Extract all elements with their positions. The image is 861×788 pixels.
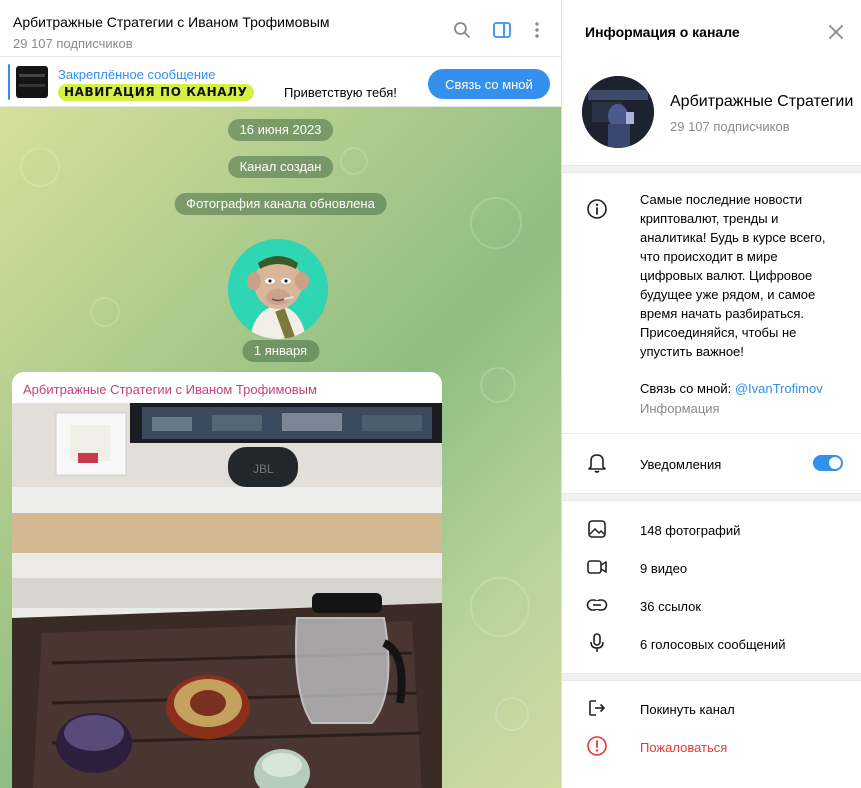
report-button[interactable]: Пожаловаться [640, 740, 727, 755]
media-videos[interactable]: 9 видео [640, 561, 687, 576]
channel-photo[interactable] [228, 239, 328, 339]
pinned-message-bar[interactable]: Закреплённое сообщение НАВИГАЦИЯ ПО КАНА… [0, 57, 561, 107]
section-separator [562, 165, 861, 173]
post-author[interactable]: Арбитражные Стратегии с Иваном Трофимовы… [23, 382, 317, 397]
chat-title[interactable]: Арбитражные Стратегии с Иваном Трофимовы… [13, 14, 330, 30]
close-icon[interactable] [826, 22, 846, 42]
notifications-label: Уведомления [640, 457, 722, 472]
media-photos[interactable]: 148 фотографий [640, 523, 740, 538]
media-voice[interactable]: 6 голосовых сообщений [640, 637, 785, 652]
svg-text:JBL: JBL [253, 462, 274, 476]
pinned-indicator [8, 64, 10, 100]
info-panel-title: Информация о канале [585, 24, 740, 40]
channel-contact: Связь со мной: @IvanTrofimov [640, 381, 823, 396]
channel-name: Арбитражные Стратегии с Иваном Трофимовы… [670, 93, 855, 110]
link-icon [586, 594, 608, 616]
channel-avatar[interactable] [582, 76, 654, 148]
pinned-title: Закреплённое сообщение [58, 67, 216, 82]
sidebar-toggle-icon[interactable] [491, 19, 513, 41]
chat-header[interactable]: Арбитражные Стратегии с Иваном Трофимовы… [0, 0, 561, 57]
info-icon [586, 198, 608, 220]
channel-info-panel: Информация о канале Арбитражные Стратеги… [562, 0, 861, 788]
section-separator [562, 493, 861, 501]
doodle-shape [90, 297, 120, 327]
doodle-shape [20, 147, 60, 187]
chat-pane: Арбитражные Стратегии с Иваном Трофимовы… [0, 0, 561, 788]
doodle-shape [470, 577, 530, 637]
post-photo[interactable]: JBL [12, 403, 442, 788]
service-message-created: Канал создан [227, 156, 334, 178]
contact-me-button[interactable]: Связь со мной [428, 69, 550, 99]
microphone-icon [586, 632, 608, 654]
contact-link[interactable]: @IvanTrofimov [735, 381, 823, 396]
service-message-photo-updated: Фотография канала обновлена [174, 193, 387, 215]
doodle-shape [340, 147, 368, 175]
chat-background: 16 июня 2023 Канал создан Фотография кан… [0, 107, 561, 788]
video-icon [586, 556, 608, 578]
channel-subscribers: 29 107 подписчиков [670, 119, 790, 134]
pinned-thumbnail [16, 66, 48, 98]
doodle-shape [495, 697, 529, 731]
leave-icon [586, 697, 608, 719]
description-label: Информация [640, 401, 720, 416]
notifications-toggle[interactable] [813, 455, 843, 471]
channel-description: Самые последние новости криптовалют, тре… [640, 192, 826, 359]
contact-prefix: Связь со мной: [640, 381, 735, 396]
media-links[interactable]: 36 ссылок [640, 599, 701, 614]
chat-subscribers: 29 107 подписчиков [13, 36, 133, 51]
channel-post[interactable]: Арбитражные Стратегии с Иваном Трофимовы… [12, 372, 442, 788]
date-separator: 1 января [241, 340, 320, 362]
date-separator: 16 июня 2023 [227, 119, 334, 141]
more-vertical-icon[interactable] [526, 19, 548, 41]
doodle-shape [470, 197, 522, 249]
pinned-preview: Приветствую тебя! [284, 85, 397, 100]
leave-channel-button[interactable]: Покинуть канал [640, 702, 735, 717]
divider [562, 433, 861, 434]
bell-icon [586, 452, 608, 474]
photo-icon [586, 518, 608, 540]
report-icon [586, 735, 608, 757]
section-separator [562, 673, 861, 681]
pinned-badge: НАВИГАЦИЯ ПО КАНАЛУ [58, 84, 254, 101]
doodle-shape [480, 367, 516, 403]
search-icon[interactable] [451, 19, 473, 41]
